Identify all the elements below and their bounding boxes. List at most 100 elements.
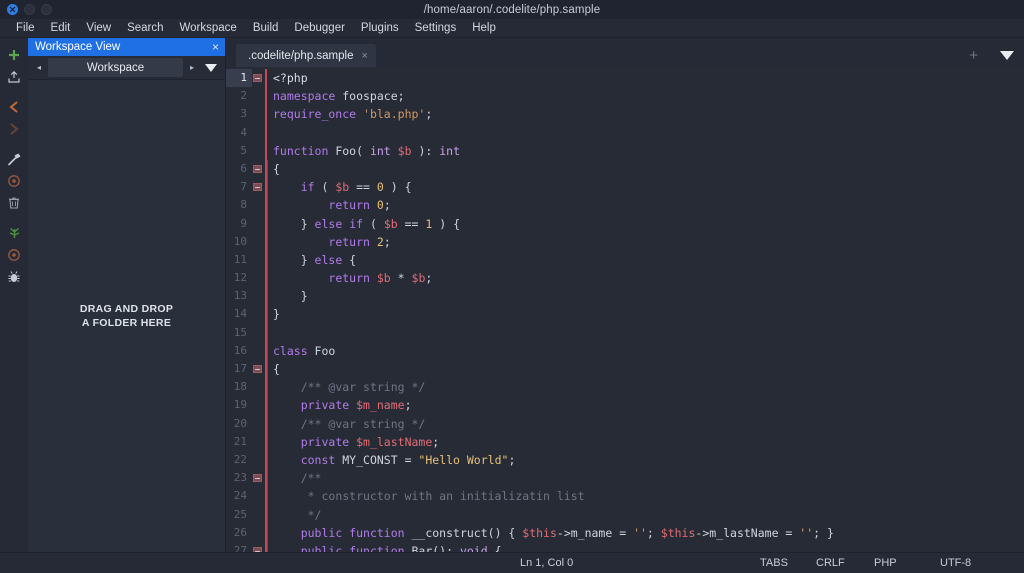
close-icon[interactable]: × <box>361 50 367 62</box>
upload-icon[interactable] <box>3 66 25 88</box>
token-def: } <box>273 217 315 231</box>
close-icon[interactable]: × <box>212 41 219 53</box>
caret-down-icon[interactable] <box>201 59 221 77</box>
drop-hint: DRAG AND DROP A FOLDER HERE <box>80 302 173 330</box>
fold-margin-cell <box>252 251 264 269</box>
token-def: ; <box>432 435 439 449</box>
fold-toggle-icon[interactable] <box>252 160 264 178</box>
menu-workspace[interactable]: Workspace <box>172 21 245 36</box>
fold-toggle-icon[interactable] <box>252 469 264 487</box>
token-cmt: /** <box>301 471 322 485</box>
line-number: 25 <box>226 506 252 524</box>
menu-view[interactable]: View <box>78 21 119 36</box>
plus-icon[interactable] <box>3 44 25 66</box>
workspace-view-tab[interactable]: Workspace View × <box>28 38 225 56</box>
code-line: private $m_name; <box>273 396 1024 414</box>
encoding[interactable]: UTF-8 <box>940 557 996 569</box>
editor-column: .codelite/php.sample × + 123456789101112… <box>226 38 1024 552</box>
code-line: private $m_lastName; <box>273 433 1024 451</box>
menu-help[interactable]: Help <box>464 21 504 36</box>
tab-list-caret-down-icon[interactable] <box>1000 51 1014 60</box>
target-circle-icon-2[interactable] <box>3 244 25 266</box>
fold-margin-cell <box>252 378 264 396</box>
status-bar: Ln 1, Col 0 TABS CRLF PHP UTF-8 <box>0 552 1024 573</box>
code-line: * constructor with an initializatin list <box>273 487 1024 505</box>
line-number: 27 <box>226 542 252 552</box>
indent-mode[interactable]: TABS <box>760 557 816 569</box>
fold-margin-cell <box>252 105 264 123</box>
token-kw: else <box>315 253 343 267</box>
code-line: /** @var string */ <box>273 415 1024 433</box>
code-line: require_once 'bla.php'; <box>273 105 1024 123</box>
code-line: <?php <box>273 69 1024 87</box>
token-var: $b <box>335 180 349 194</box>
menu-plugins[interactable]: Plugins <box>353 21 407 36</box>
fold-toggle-icon[interactable] <box>252 542 264 552</box>
tool-strip <box>0 38 28 552</box>
menu-file[interactable]: File <box>8 21 43 36</box>
token-def: ->m_lastName = <box>695 526 799 540</box>
editor-tab-php-sample[interactable]: .codelite/php.sample × <box>236 44 376 67</box>
fold-margin-cell <box>252 451 264 469</box>
menu-edit[interactable]: Edit <box>43 21 79 36</box>
drop-hint-line2: A FOLDER HERE <box>80 316 173 330</box>
fold-margin-cell <box>252 215 264 233</box>
fold-margin[interactable] <box>252 67 264 552</box>
line-number: 16 <box>226 342 252 360</box>
hammer-icon[interactable] <box>3 148 25 170</box>
fold-toggle-icon[interactable] <box>252 178 264 196</box>
token-str: 'bla.php' <box>363 107 425 121</box>
token-def: == <box>398 217 426 231</box>
token-var: $m_lastName <box>356 435 432 449</box>
code-line: return $b * $b; <box>273 269 1024 287</box>
target-circle-icon[interactable] <box>3 170 25 192</box>
token-def <box>273 417 301 431</box>
token-def <box>273 544 301 552</box>
chevron-right-icon[interactable]: ▸ <box>185 59 199 77</box>
token-num: 0 <box>377 180 384 194</box>
token-num: 0 <box>377 198 384 212</box>
fold-margin-cell <box>252 233 264 251</box>
token-def: Foo( <box>328 144 370 158</box>
chevron-right-icon[interactable] <box>3 118 25 140</box>
token-def: { <box>273 162 280 176</box>
code-line: /** <box>273 469 1024 487</box>
workspace-panel: Workspace View × ◂ Workspace ▸ DRAG AND … <box>28 38 226 552</box>
line-ending[interactable]: CRLF <box>816 557 874 569</box>
menu-debugger[interactable]: Debugger <box>286 21 353 36</box>
new-tab-plus-icon[interactable]: + <box>969 48 978 63</box>
debug-bug-icon[interactable] <box>3 266 25 288</box>
code-line: class Foo <box>273 342 1024 360</box>
workspace-selector[interactable]: Workspace <box>48 58 183 77</box>
code-editor[interactable]: 1234567891011121314151617181920212223242… <box>226 67 1024 552</box>
code-line: return 2; <box>273 233 1024 251</box>
run-bug-icon[interactable] <box>3 222 25 244</box>
workspace-drop-area[interactable]: DRAG AND DROP A FOLDER HERE <box>28 80 225 552</box>
token-def: { <box>273 362 280 376</box>
code-line: public function Bar(): void { <box>273 542 1024 552</box>
token-def <box>273 180 301 194</box>
token-def <box>273 380 301 394</box>
token-var: $this <box>522 526 557 540</box>
token-num: 2 <box>377 235 384 249</box>
fold-toggle-icon[interactable] <box>252 360 264 378</box>
cursor-position[interactable]: Ln 1, Col 0 <box>520 557 760 569</box>
code-line: } <box>273 287 1024 305</box>
trash-icon[interactable] <box>3 192 25 214</box>
fold-toggle-icon[interactable] <box>252 69 264 87</box>
chevron-left-icon[interactable]: ◂ <box>32 59 46 77</box>
token-def <box>273 453 301 467</box>
language-mode[interactable]: PHP <box>874 557 940 569</box>
workspace-toolbar: ◂ Workspace ▸ <box>28 56 225 80</box>
token-cmt: /** @var string */ <box>301 380 426 394</box>
fold-margin-cell <box>252 433 264 451</box>
menu-search[interactable]: Search <box>119 21 171 36</box>
workspace-view-tab-label: Workspace View <box>35 41 120 53</box>
menu-settings[interactable]: Settings <box>407 21 465 36</box>
menu-build[interactable]: Build <box>245 21 287 36</box>
token-def <box>273 235 328 249</box>
code-text[interactable]: <?phpnamespace foospace;require_once 'bl… <box>269 67 1024 552</box>
code-line: const MY_CONST = "Hello World"; <box>273 451 1024 469</box>
chevron-left-icon[interactable] <box>3 96 25 118</box>
line-number: 26 <box>226 524 252 542</box>
